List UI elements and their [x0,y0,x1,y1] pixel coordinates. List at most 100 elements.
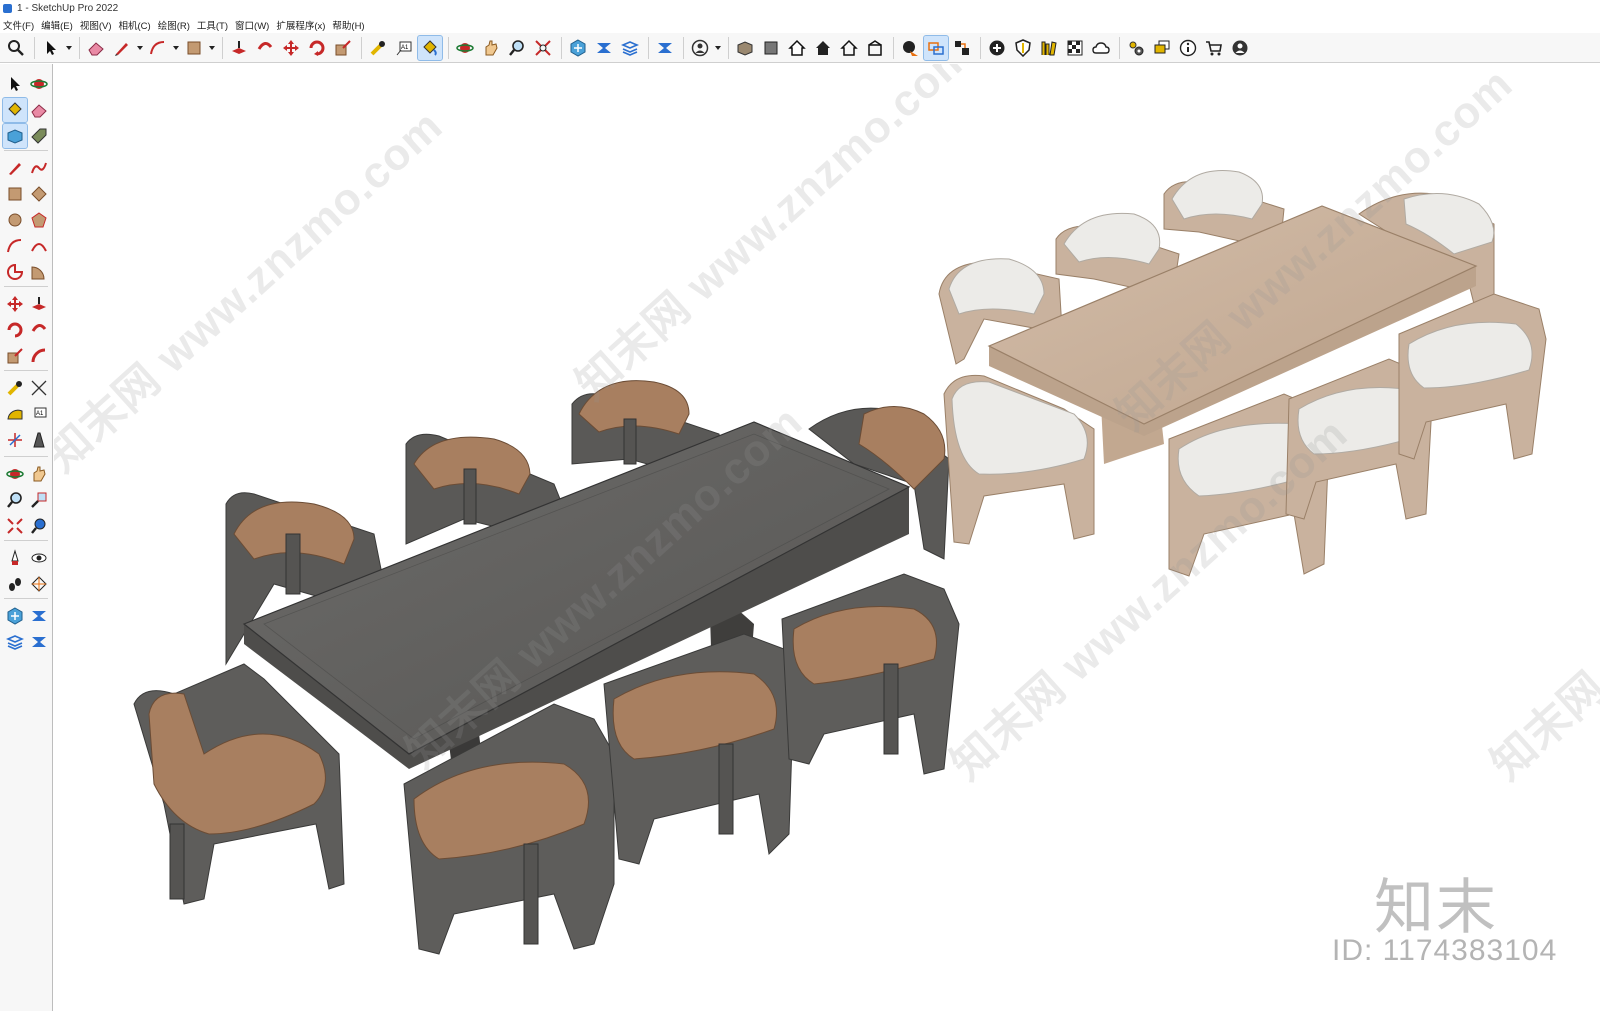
chat-icon[interactable] [1150,36,1174,60]
pan-icon[interactable] [27,462,51,486]
tape-measure-icon[interactable] [3,376,27,400]
rectangle-dropdown-icon[interactable] [208,36,216,60]
pencil-dropdown-icon[interactable] [136,36,144,60]
house-side-icon[interactable] [811,36,835,60]
menu-tools[interactable]: 工具(T) [196,18,234,32]
library-icon[interactable] [1037,36,1061,60]
zoom-icon[interactable] [505,36,529,60]
house-outline-icon[interactable] [837,36,861,60]
add-icon[interactable] [985,36,1009,60]
account-icon[interactable] [1228,36,1252,60]
follow-me-icon[interactable] [253,36,277,60]
extension-warehouse-icon[interactable] [592,36,616,60]
menu-edit[interactable]: 编辑(E) [40,18,79,32]
menu-draw[interactable]: 绘图(R) [157,18,196,32]
previous-view-icon[interactable] [27,514,51,538]
section-fill-icon[interactable] [923,34,949,61]
move-icon[interactable] [279,36,303,60]
layout-icon[interactable] [3,630,27,654]
zoom-extents-icon[interactable] [3,514,27,538]
eraser-icon[interactable] [84,36,108,60]
house-icon[interactable] [785,36,809,60]
tape-measure-icon[interactable] [366,36,390,60]
menu-window[interactable]: 窗口(W) [234,18,275,32]
pie-icon[interactable] [3,260,27,284]
dark-chair-front-3[interactable] [603,633,795,865]
send-icon[interactable] [27,630,51,654]
arc-icon[interactable] [146,36,170,60]
component-icon[interactable] [2,123,28,149]
push-pull-icon[interactable] [27,292,51,316]
zoom-window-icon[interactable] [27,488,51,512]
pencil-icon[interactable] [110,36,134,60]
section-plane-icon[interactable] [27,572,51,596]
text-icon[interactable]: A1 [27,402,51,426]
texture-icon[interactable] [1063,36,1087,60]
extension-icon[interactable] [27,604,51,628]
protractor-icon[interactable] [3,402,27,426]
display-section-icon[interactable] [950,36,974,60]
arc-dropdown-icon[interactable] [172,36,180,60]
rotate-icon[interactable] [305,36,329,60]
follow-me-icon[interactable] [27,318,51,342]
3d-text-icon[interactable] [27,428,51,452]
dimension-icon[interactable] [27,376,51,400]
orbit-icon[interactable] [453,36,477,60]
pan-icon[interactable] [479,36,503,60]
orbit-icon[interactable] [27,72,51,96]
freehand-icon[interactable] [27,156,51,180]
light-chair-front-4[interactable] [1398,293,1547,460]
shield-icon[interactable] [1011,36,1035,60]
pencil-icon[interactable] [3,156,27,180]
user-icon[interactable] [688,36,712,60]
info-icon[interactable] [1176,36,1200,60]
send-to-icon[interactable] [653,36,677,60]
user-dropdown-icon[interactable] [714,36,722,60]
rotated-rectangle-icon[interactable] [27,182,51,206]
cart-icon[interactable] [1202,36,1226,60]
zoom-icon[interactable] [3,488,27,512]
look-around-icon[interactable] [27,546,51,570]
select-icon[interactable] [39,36,63,60]
rotate-icon[interactable] [3,318,27,342]
scale-icon[interactable] [331,36,355,60]
dark-chair-front-4[interactable] [781,573,960,775]
move-icon[interactable] [3,292,27,316]
rectangle-icon[interactable] [182,36,206,60]
menu-file[interactable]: 文件(F) [2,18,40,32]
paint-bucket-icon[interactable] [2,97,28,123]
solid-icon[interactable] [759,36,783,60]
warehouse-icon[interactable] [566,36,590,60]
menu-extensions[interactable]: 扩展程序(x) [275,18,331,32]
search-icon[interactable] [4,36,28,60]
component-icon[interactable] [733,36,757,60]
offset-icon[interactable] [27,344,51,368]
orbit-icon[interactable] [3,462,27,486]
rectangle-icon[interactable] [3,182,27,206]
two-point-arc-icon[interactable] [27,234,51,258]
sector-icon[interactable] [27,260,51,284]
settings-icon[interactable] [1124,36,1148,60]
push-pull-icon[interactable] [227,36,251,60]
position-camera-icon[interactable] [3,546,27,570]
circle-icon[interactable] [3,208,27,232]
menu-camera[interactable]: 相机(C) [117,18,156,32]
dark-chair-front-1[interactable] [133,663,345,905]
zoom-extents-icon[interactable] [531,36,555,60]
house-back-icon[interactable] [863,36,887,60]
menu-help[interactable]: 帮助(H) [331,18,370,32]
polygon-icon[interactable] [27,208,51,232]
select-icon[interactable] [3,72,27,96]
select-dropdown-icon[interactable] [65,36,73,60]
text-icon[interactable]: A1 [392,36,416,60]
menu-view[interactable]: 视图(V) [79,18,118,32]
paint-bucket-icon[interactable] [417,34,443,61]
arc-icon[interactable] [3,234,27,258]
model-viewport[interactable]: 知末网 www.znzmo.com 知末网 www.znzmo.com 知末网 … [54,64,1600,1011]
layout-icon[interactable] [618,36,642,60]
walk-icon[interactable] [3,572,27,596]
scale-icon[interactable] [3,344,27,368]
cloud-icon[interactable] [1089,36,1113,60]
warehouse-icon[interactable] [3,604,27,628]
axes-icon[interactable] [3,428,27,452]
